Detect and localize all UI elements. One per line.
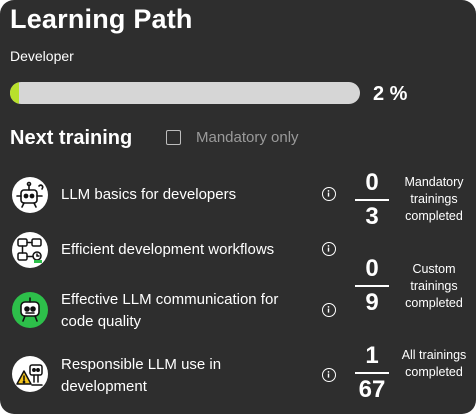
training-item[interactable]: Responsible LLM use in development	[10, 353, 350, 399]
custom-stat-label: Custom trainings completed	[405, 262, 463, 310]
all-completed-count: 1	[365, 342, 379, 369]
page-title: Learning Path	[10, 4, 193, 34]
progress-bar-fill	[10, 82, 19, 104]
mandatory-stat-label: Mandatory trainings completed	[404, 175, 464, 223]
training-item[interactable]: Effective LLM communication for code qua…	[10, 288, 350, 334]
info-icon[interactable]	[322, 303, 336, 317]
robot-brain-icon	[12, 177, 48, 213]
all-stat-label: All trainings completed	[401, 348, 467, 379]
training-title: Efficient development workflows	[61, 241, 275, 258]
role-subtitle: Developer	[10, 48, 74, 64]
custom-completed-count: 0	[365, 255, 379, 282]
stat-divider	[355, 372, 389, 374]
mandatory-only-checkbox[interactable]	[166, 130, 181, 145]
info-icon[interactable]	[322, 187, 336, 201]
training-item[interactable]: Efficient development workflows	[10, 231, 350, 269]
custom-total-count: 9	[365, 289, 379, 316]
progress-bar	[10, 82, 360, 104]
mandatory-completed-count: 0	[365, 169, 379, 196]
next-training-heading: Next training	[10, 127, 133, 149]
progress-percentage: 2 %	[373, 83, 408, 105]
info-icon[interactable]	[322, 242, 336, 256]
learning-path-card: Learning Path Developer 2 % Next trainin…	[0, 0, 476, 414]
training-title: Responsible LLM use in development	[61, 356, 222, 395]
stat-divider	[355, 285, 389, 287]
training-item[interactable]: LLM basics for developers	[10, 176, 350, 214]
stat-divider	[355, 199, 389, 201]
workflow-icon	[12, 232, 48, 268]
training-title: Effective LLM communication for code qua…	[61, 291, 279, 330]
chat-robot-icon	[12, 292, 48, 328]
mandatory-only-label[interactable]: Mandatory only	[196, 129, 299, 146]
all-total-count: 67	[358, 376, 386, 403]
warning-robot-icon	[12, 356, 48, 392]
training-title: LLM basics for developers	[61, 186, 237, 203]
info-icon[interactable]	[322, 368, 336, 382]
mandatory-total-count: 3	[365, 203, 379, 230]
